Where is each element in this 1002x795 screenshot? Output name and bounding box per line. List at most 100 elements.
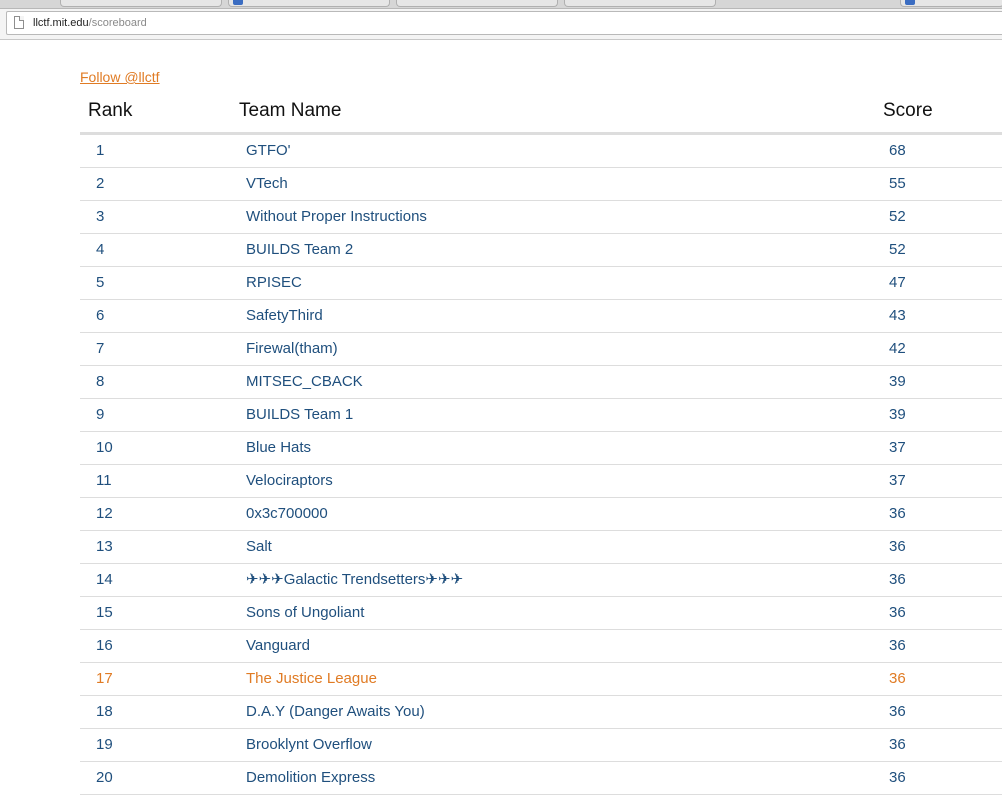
score-cell: 36 xyxy=(889,538,906,555)
table-row: 20 Demolition Express 36 xyxy=(80,762,1002,795)
table-row: 19 Brooklynt Overflow 36 xyxy=(80,729,1002,762)
browser-tab[interactable] xyxy=(564,0,716,7)
table-row: 15 Sons of Ungoliant 36 xyxy=(80,597,1002,630)
rank-cell: 3 xyxy=(96,208,105,225)
browser-tab[interactable] xyxy=(900,0,1002,7)
rank-cell: 19 xyxy=(96,736,113,753)
url-text[interactable]: llctf.mit.edu/scoreboard xyxy=(33,16,147,30)
table-row: 9 BUILDS Team 1 39 xyxy=(80,399,1002,432)
page-icon xyxy=(14,16,24,29)
score-cell: 36 xyxy=(889,505,906,522)
team-name-link[interactable]: Velociraptors xyxy=(246,472,333,490)
rank-cell: 8 xyxy=(96,373,105,390)
column-header-rank: Rank xyxy=(88,100,133,121)
team-name-link[interactable]: Without Proper Instructions xyxy=(246,208,427,226)
rank-cell: 17 xyxy=(96,670,113,687)
team-name-link[interactable]: Firewal(tham) xyxy=(246,340,338,358)
table-row: 1 GTFO' 68 xyxy=(80,135,1002,168)
team-name-link[interactable]: D.A.Y (Danger Awaits You) xyxy=(246,703,425,721)
rank-cell: 10 xyxy=(96,439,113,456)
table-row: 3 Without Proper Instructions 52 xyxy=(80,201,1002,234)
team-name-link[interactable]: Demolition Express xyxy=(246,769,375,787)
rank-cell: 4 xyxy=(96,241,105,258)
rank-cell: 1 xyxy=(96,142,105,159)
score-cell: 36 xyxy=(889,604,906,621)
rank-cell: 16 xyxy=(96,637,113,654)
table-row: 5 RPISEC 47 xyxy=(80,267,1002,300)
column-header-score: Score xyxy=(883,100,933,121)
team-name-link[interactable]: Salt xyxy=(246,538,272,556)
team-name-link[interactable]: SafetyThird xyxy=(246,307,323,325)
team-name-link[interactable]: Brooklynt Overflow xyxy=(246,736,372,754)
table-body: 1 GTFO' 68 2 VTech 55 3 Without Proper Instruct… xyxy=(80,135,1002,795)
score-cell: 52 xyxy=(889,208,906,225)
address-bar[interactable]: llctf.mit.edu/scoreboard xyxy=(6,11,1002,35)
rank-cell: 13 xyxy=(96,538,113,555)
score-cell: 68 xyxy=(889,142,906,159)
team-name-link[interactable]: RPISEC xyxy=(246,274,302,292)
table-row: 7 Firewal(tham) 42 xyxy=(80,333,1002,366)
url-path: /scoreboard xyxy=(88,17,147,29)
score-cell: 37 xyxy=(889,439,906,456)
browser-tab[interactable] xyxy=(60,0,222,7)
score-cell: 39 xyxy=(889,406,906,423)
site-favicon-icon xyxy=(905,0,915,5)
browser-tab[interactable] xyxy=(228,0,390,7)
table-row: 17 The Justice League 36 xyxy=(80,663,1002,696)
team-name-link[interactable]: The Justice League xyxy=(246,670,377,688)
rank-cell: 14 xyxy=(96,571,113,588)
table-row: 10 Blue Hats 37 xyxy=(80,432,1002,465)
browser-toolbar: llctf.mit.edu/scoreboard xyxy=(0,9,1002,40)
rank-cell: 2 xyxy=(96,175,105,192)
score-cell: 36 xyxy=(889,637,906,654)
score-cell: 36 xyxy=(889,571,906,588)
score-cell: 43 xyxy=(889,307,906,324)
team-name-link[interactable]: BUILDS Team 1 xyxy=(246,406,353,424)
rank-cell: 12 xyxy=(96,505,113,522)
browser-tab[interactable] xyxy=(396,0,558,7)
team-name-link[interactable]: MITSEC_CBACK xyxy=(246,373,363,391)
rank-cell: 11 xyxy=(96,472,112,489)
table-row: 16 Vanguard 36 xyxy=(80,630,1002,663)
table-header: Rank Team Name Score xyxy=(80,94,1002,135)
follow-twitter-link[interactable]: Follow @llctf xyxy=(80,68,160,86)
team-name-link[interactable]: VTech xyxy=(246,175,288,193)
score-cell: 42 xyxy=(889,340,906,357)
rank-cell: 6 xyxy=(96,307,105,324)
team-name-link[interactable]: BUILDS Team 2 xyxy=(246,241,353,259)
browser-tab-strip xyxy=(0,0,1002,9)
table-row: 13 Salt 36 xyxy=(80,531,1002,564)
score-cell: 36 xyxy=(889,670,906,687)
team-name-link[interactable]: Sons of Ungoliant xyxy=(246,604,364,622)
rank-cell: 5 xyxy=(96,274,105,291)
table-row: 18 D.A.Y (Danger Awaits You) 36 xyxy=(80,696,1002,729)
score-cell: 47 xyxy=(889,274,906,291)
table-row: 8 MITSEC_CBACK 39 xyxy=(80,366,1002,399)
team-name-link[interactable]: Vanguard xyxy=(246,637,310,655)
score-cell: 55 xyxy=(889,175,906,192)
score-cell: 39 xyxy=(889,373,906,390)
rank-cell: 20 xyxy=(96,769,113,786)
site-favicon-icon xyxy=(233,0,243,5)
rank-cell: 9 xyxy=(96,406,105,423)
url-host: llctf.mit.edu xyxy=(33,17,89,29)
rank-cell: 18 xyxy=(96,703,113,720)
table-row: 2 VTech 55 xyxy=(80,168,1002,201)
table-row: 11 Velociraptors 37 xyxy=(80,465,1002,498)
team-name-link[interactable]: Blue Hats xyxy=(246,439,311,457)
table-row: 4 BUILDS Team 2 52 xyxy=(80,234,1002,267)
scoreboard-table: Rank Team Name Score 1 GTFO' 68 2 VTech 55 3 Wi… xyxy=(80,94,1002,795)
team-name-link[interactable]: GTFO' xyxy=(246,142,291,160)
score-cell: 37 xyxy=(889,472,906,489)
score-cell: 36 xyxy=(889,736,906,753)
team-name-link[interactable]: ✈✈✈Galactic Trendsetters✈✈✈ xyxy=(246,571,463,589)
rank-cell: 7 xyxy=(96,340,105,357)
score-cell: 52 xyxy=(889,241,906,258)
rank-cell: 15 xyxy=(96,604,113,621)
column-header-team-name: Team Name xyxy=(239,100,342,121)
team-name-link[interactable]: 0x3c700000 xyxy=(246,505,328,523)
table-row: 14 ✈✈✈Galactic Trendsetters✈✈✈ 36 xyxy=(80,564,1002,597)
score-cell: 36 xyxy=(889,703,906,720)
score-cell: 36 xyxy=(889,769,906,786)
table-row: 12 0x3c700000 36 xyxy=(80,498,1002,531)
